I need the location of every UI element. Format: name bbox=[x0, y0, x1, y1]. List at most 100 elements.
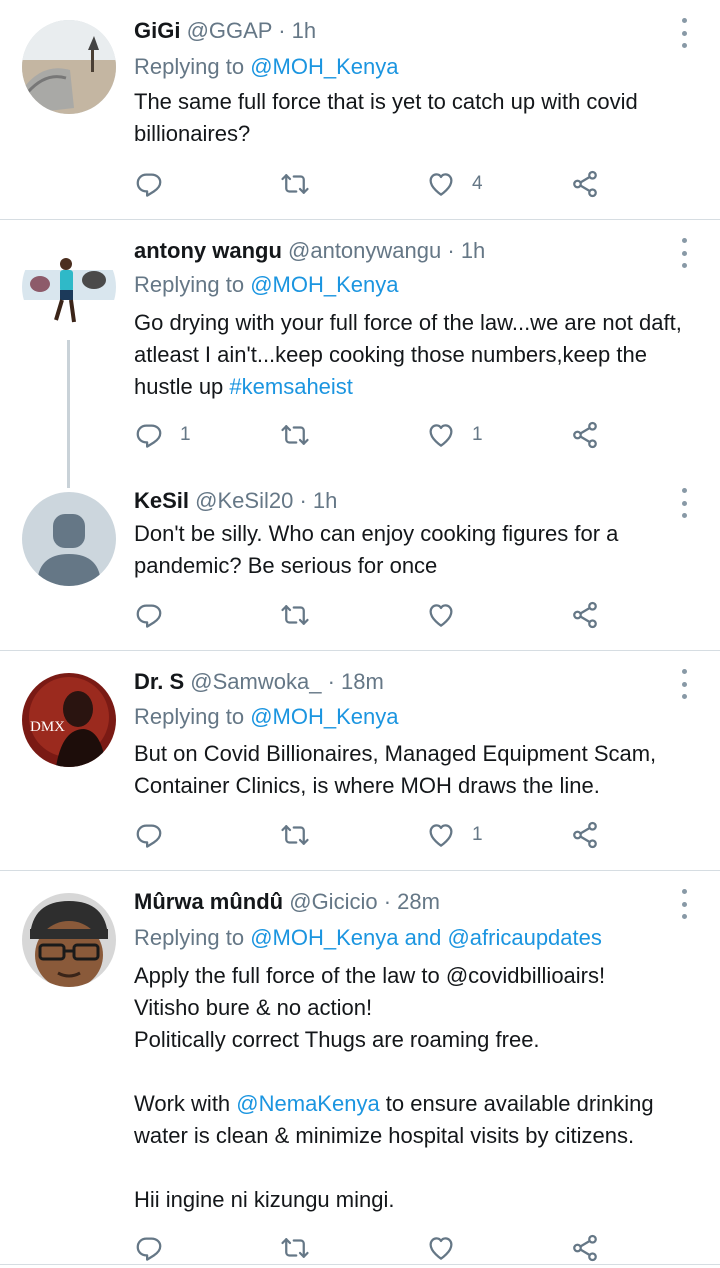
mention-link[interactable]: @MOH_Kenya bbox=[250, 704, 398, 729]
display-name[interactable]: GiGi bbox=[134, 18, 180, 43]
reply-icon bbox=[134, 420, 164, 450]
like-count: 4 bbox=[472, 173, 483, 194]
avatar-text: DMX bbox=[30, 719, 65, 735]
reply-button[interactable] bbox=[134, 1231, 180, 1265]
display-name[interactable]: Mûrwa mûndû bbox=[134, 889, 283, 914]
tweet-text: Go drying with your full force of the la… bbox=[134, 307, 704, 403]
more-options-icon[interactable] bbox=[674, 18, 694, 48]
share-icon bbox=[570, 420, 600, 450]
mention-link[interactable]: @MOH_Kenya bbox=[250, 54, 398, 79]
share-button[interactable] bbox=[570, 1231, 600, 1265]
retweet-icon bbox=[280, 600, 310, 630]
avatar[interactable] bbox=[22, 893, 116, 987]
tweet-body: But on Covid Billionaires, Managed Equip… bbox=[134, 741, 657, 798]
tweet-murwa-mundu[interactable]: Mûrwa mûndû @Gicicio · 28m Replying to @… bbox=[0, 871, 720, 1268]
like-button[interactable] bbox=[426, 1231, 472, 1265]
avatar[interactable] bbox=[22, 240, 116, 334]
tweet-kesil[interactable]: KeSil @KeSil20 · 1h Don't be silly. Who … bbox=[0, 470, 720, 650]
more-options-icon[interactable] bbox=[674, 889, 694, 919]
tweet-dr-s[interactable]: DMX Dr. S @Samwoka_ · 18m Replying to @M… bbox=[0, 651, 720, 870]
username[interactable]: @KeSil20 bbox=[195, 488, 293, 513]
tweet-line-4-before: Work with bbox=[134, 1091, 237, 1116]
tweet-header: KeSil @KeSil20 · 1h bbox=[134, 488, 337, 514]
more-options-icon[interactable] bbox=[674, 238, 694, 268]
replying-prefix: Replying to bbox=[134, 272, 245, 297]
timestamp[interactable]: 28m bbox=[397, 889, 440, 914]
replying-prefix: Replying to bbox=[134, 54, 245, 79]
retweet-button[interactable] bbox=[280, 167, 326, 201]
display-name[interactable]: KeSil bbox=[134, 488, 189, 513]
replying-to: Replying to @MOH_Kenya bbox=[134, 272, 398, 298]
avatar[interactable] bbox=[22, 20, 116, 114]
reply-icon bbox=[134, 1233, 164, 1263]
reply-icon bbox=[134, 600, 164, 630]
like-button[interactable]: 4 bbox=[426, 167, 483, 201]
share-button[interactable] bbox=[570, 167, 600, 201]
retweet-button[interactable] bbox=[280, 418, 326, 452]
tweet-line-2: Vitisho bure & no action! bbox=[134, 995, 373, 1020]
timestamp[interactable]: 18m bbox=[341, 669, 384, 694]
heart-icon bbox=[426, 420, 456, 450]
avatar[interactable] bbox=[22, 492, 116, 586]
retweet-button[interactable] bbox=[280, 1231, 326, 1265]
hashtag-link[interactable]: #kemsaheist bbox=[229, 374, 353, 399]
retweet-icon bbox=[280, 1233, 310, 1263]
mention-link[interactable]: @MOH_Kenya bbox=[250, 272, 398, 297]
retweet-icon bbox=[280, 420, 310, 450]
reply-icon bbox=[134, 169, 164, 199]
tweet-header: GiGi @GGAP · 1h bbox=[134, 18, 316, 44]
tweet-text: The same full force that is yet to catch… bbox=[134, 86, 704, 150]
tweet-actions: 1 bbox=[134, 818, 614, 852]
tweet-header: Mûrwa mûndû @Gicicio · 28m bbox=[134, 889, 440, 915]
retweet-icon bbox=[280, 820, 310, 850]
like-button[interactable] bbox=[426, 598, 472, 632]
tweet-body: Go drying with your full force of the la… bbox=[134, 310, 682, 399]
display-name[interactable]: Dr. S bbox=[134, 669, 184, 694]
mention-link-nema[interactable]: @NemaKenya bbox=[236, 1091, 379, 1116]
reply-button[interactable] bbox=[134, 598, 180, 632]
more-options-icon[interactable] bbox=[674, 488, 694, 518]
separator: · bbox=[278, 18, 286, 43]
username[interactable]: @antonywangu bbox=[288, 238, 441, 263]
replying-to: Replying to @MOH_Kenya bbox=[134, 704, 398, 730]
mention-link[interactable]: @MOH_Kenya bbox=[250, 925, 398, 950]
replying-prefix: Replying to bbox=[134, 925, 245, 950]
tweet-header: antony wangu @antonywangu · 1h bbox=[134, 238, 485, 264]
tweet-antony-wangu[interactable]: antony wangu @antonywangu · 1h Replying … bbox=[0, 220, 720, 470]
timestamp[interactable]: 1h bbox=[292, 18, 316, 43]
like-button[interactable]: 1 bbox=[426, 418, 483, 452]
tweet-actions: 4 bbox=[134, 167, 614, 201]
share-button[interactable] bbox=[570, 598, 600, 632]
reply-button[interactable] bbox=[134, 167, 180, 201]
timestamp[interactable]: 1h bbox=[313, 488, 337, 513]
timestamp[interactable]: 1h bbox=[461, 238, 485, 263]
tweet-text: But on Covid Billionaires, Managed Equip… bbox=[134, 738, 704, 802]
share-button[interactable] bbox=[570, 818, 600, 852]
username[interactable]: @Gicicio bbox=[289, 889, 377, 914]
heart-icon bbox=[426, 1233, 456, 1263]
username[interactable]: @Samwoka_ bbox=[190, 669, 321, 694]
retweet-icon bbox=[280, 169, 310, 199]
tweet-line-3: Politically correct Thugs are roaming fr… bbox=[134, 1027, 540, 1052]
reply-button[interactable]: 1 bbox=[134, 418, 191, 452]
tweet-text: Don't be silly. Who can enjoy cooking fi… bbox=[134, 518, 704, 582]
tweet-text: Apply the full force of the law to @covi… bbox=[134, 960, 704, 1216]
avatar[interactable]: DMX bbox=[22, 673, 116, 767]
tweet-paragraph-2: Work with @NemaKenya to ensure available… bbox=[134, 1088, 704, 1152]
mention-link-2[interactable]: @africaupdates bbox=[447, 925, 601, 950]
tweet-header: Dr. S @Samwoka_ · 18m bbox=[134, 669, 384, 695]
retweet-button[interactable] bbox=[280, 598, 326, 632]
more-options-icon[interactable] bbox=[674, 669, 694, 699]
tweet-gigi[interactable]: GiGi @GGAP · 1h Replying to @MOH_Kenya T… bbox=[0, 0, 720, 219]
reply-button[interactable] bbox=[134, 818, 180, 852]
username[interactable]: @GGAP bbox=[187, 18, 273, 43]
share-icon bbox=[570, 820, 600, 850]
separator: · bbox=[327, 669, 335, 694]
like-button[interactable]: 1 bbox=[426, 818, 483, 852]
replying-and: and bbox=[404, 925, 442, 950]
share-button[interactable] bbox=[570, 418, 600, 452]
retweet-button[interactable] bbox=[280, 818, 326, 852]
display-name[interactable]: antony wangu bbox=[134, 238, 282, 263]
separator: · bbox=[299, 488, 307, 513]
tweet-body: Don't be silly. Who can enjoy cooking fi… bbox=[134, 521, 619, 578]
